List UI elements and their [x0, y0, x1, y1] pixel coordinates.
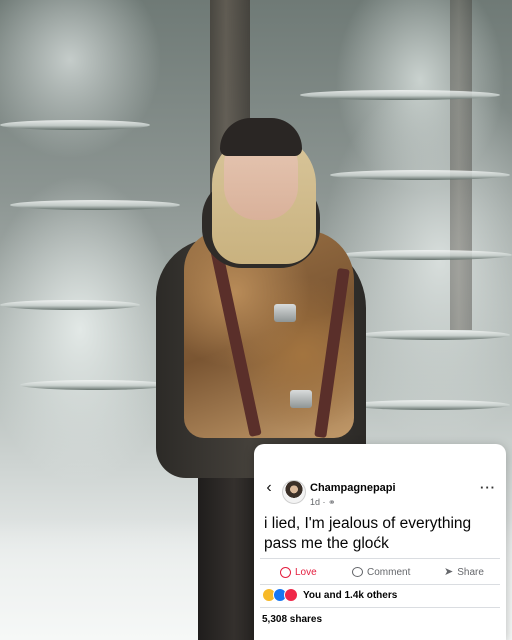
divider: [260, 584, 500, 585]
buckle: [274, 304, 296, 322]
love-icon: [284, 588, 298, 602]
heart-icon: [280, 566, 291, 578]
snowy-branch: [300, 90, 500, 100]
post-actions: Love Comment ➤ Share: [254, 560, 506, 582]
social-post-card: ‹ Champagnepapi 1d · ⚭ ··· i lied, I'm j…: [254, 444, 506, 640]
post-meta: 1d · ⚭: [310, 497, 336, 508]
post-header: ‹ Champagnepapi 1d · ⚭ ···: [254, 444, 506, 508]
post-text-line: pass me the gloćk: [264, 535, 389, 552]
cap: [220, 118, 302, 156]
globe-icon: ⚭: [328, 497, 336, 507]
snowy-branch: [20, 380, 170, 390]
divider: [260, 607, 500, 608]
tree-trunk: [450, 0, 472, 330]
love-label: Love: [295, 566, 317, 578]
avatar[interactable]: [282, 480, 306, 504]
post-text: i lied, I'm jealous of everything pass m…: [264, 514, 500, 554]
share-label: Share: [457, 566, 484, 578]
buckle: [290, 390, 312, 408]
reactions-summary[interactable]: You and 1.4k others: [262, 587, 397, 603]
comment-button[interactable]: Comment: [352, 564, 410, 580]
divider: [260, 558, 500, 559]
post-timestamp: 1d ·: [310, 497, 326, 507]
shares-count[interactable]: 5,308 shares: [262, 614, 322, 625]
post-text-line: i lied, I'm jealous of everything: [264, 515, 472, 532]
love-button[interactable]: Love: [280, 564, 317, 580]
chevron-left-icon[interactable]: ‹: [262, 480, 276, 496]
comment-icon: [352, 567, 363, 577]
snowy-branch: [360, 330, 510, 340]
more-horizontal-icon[interactable]: ···: [480, 480, 496, 495]
post-author[interactable]: Champagnepapi: [310, 482, 396, 494]
snowy-branch: [0, 300, 140, 310]
reactions-text: You and 1.4k others: [303, 589, 398, 601]
snowy-branch: [0, 120, 150, 130]
share-icon: ➤: [444, 565, 454, 578]
share-button[interactable]: ➤ Share: [444, 564, 484, 580]
comment-label: Comment: [367, 566, 411, 578]
